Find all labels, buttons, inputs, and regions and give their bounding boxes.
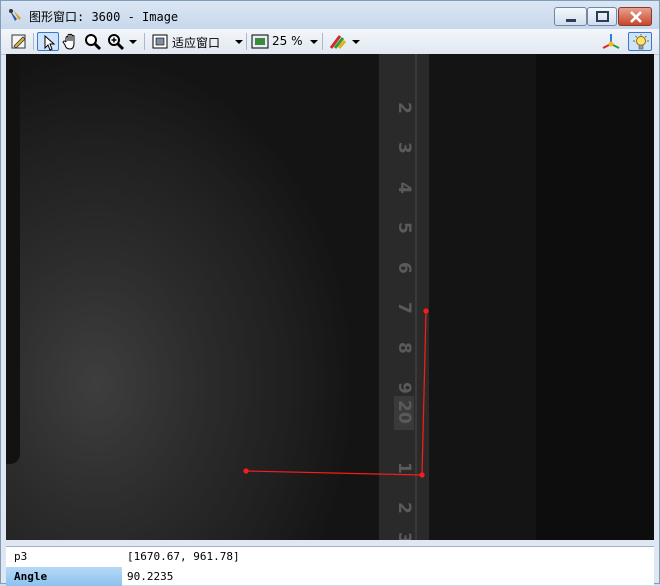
edit-icon (11, 34, 26, 49)
ruler-number: 1 (394, 462, 414, 474)
maximize-icon (596, 11, 609, 22)
ruler-number: 5 (394, 222, 414, 234)
ruler-number: 4 (394, 182, 414, 194)
3d-view-button[interactable] (600, 32, 622, 51)
toolbar-separator (33, 33, 34, 50)
zoom-percent-icon (251, 34, 269, 49)
ruler-number: 7 (394, 302, 414, 314)
title-bar[interactable]: 图形窗口: 3600 - Image (1, 1, 659, 29)
property-row-selected[interactable]: Angle 90.2235 (6, 567, 654, 586)
pan-tool-button[interactable] (61, 32, 81, 51)
zoom-in-icon (108, 34, 125, 51)
zoom-dropdown-caret[interactable] (310, 40, 318, 44)
angle-point-vertex[interactable] (419, 472, 425, 478)
fit-mode-combo[interactable]: 适应窗口 (172, 34, 220, 51)
fit-window-button[interactable] (151, 32, 169, 51)
3d-axes-icon (602, 34, 620, 49)
ruler-number: 2 (394, 502, 414, 514)
edit-button[interactable] (9, 32, 29, 51)
ruler-number: 6 (394, 262, 414, 274)
property-key: Angle (6, 567, 122, 586)
toolbar-separator (246, 33, 247, 50)
property-value: 90.2235 (127, 570, 174, 583)
ruler-number: 3 (394, 142, 414, 154)
magnifier-button[interactable] (83, 32, 103, 51)
minimize-button[interactable] (554, 7, 587, 26)
pointer-icon (44, 34, 56, 51)
toolbar-separator (144, 33, 145, 50)
image-viewport[interactable]: 2 3 4 5 6 7 8 9 20 1 2 3 (6, 54, 654, 540)
pointer-tool-button[interactable] (37, 32, 59, 51)
properties-panel: p3 [1670.67, 961.78] Angle 90.2235 (6, 546, 654, 586)
close-icon (630, 11, 642, 23)
ruler-number: 9 (394, 382, 414, 394)
maximize-button[interactable] (587, 7, 617, 26)
app-icon (7, 7, 23, 23)
toolbar: 适应窗口 25 % (1, 29, 659, 55)
pan-hand-icon (62, 33, 75, 50)
lightbulb-button[interactable] (628, 32, 652, 51)
color-tools-button[interactable] (328, 32, 348, 51)
fit-window-icon (152, 34, 168, 49)
zoom-percent-button[interactable] (251, 32, 269, 51)
graphics-window: 图形窗口: 3600 - Image 适应窗口 25 % 2 3 4 5 6 7… (0, 0, 660, 586)
ruler-number: 8 (394, 342, 414, 354)
zoom-in-button[interactable] (106, 32, 126, 51)
zoom-in-dropdown-caret[interactable] (129, 40, 137, 44)
color-tools-dropdown-caret[interactable] (352, 40, 360, 44)
angle-point-p1[interactable] (423, 308, 429, 314)
angle-point-p3[interactable] (243, 468, 249, 474)
window-title: 图形窗口: 3600 - Image (29, 10, 179, 24)
color-tools-icon (329, 35, 347, 49)
property-key: p3 (14, 550, 28, 563)
minimize-icon (566, 19, 576, 22)
magnifier-icon (85, 34, 102, 51)
lightbulb-icon (633, 34, 649, 50)
ruler-and-overlay: 2 3 4 5 6 7 8 9 20 1 2 3 (243, 54, 429, 540)
property-value: [1670.67, 961.78] (127, 550, 240, 563)
toolbar-separator (322, 33, 323, 50)
property-row[interactable]: p3 [1670.67, 961.78] (6, 547, 654, 566)
fit-mode-dropdown-caret[interactable] (235, 40, 243, 44)
zoom-percent-combo[interactable]: 25 % (272, 34, 303, 48)
close-button[interactable] (618, 7, 652, 26)
ruler-number: 3 (394, 532, 414, 540)
ruler-number: 20 (394, 400, 414, 424)
ruler-number: 2 (394, 102, 414, 114)
